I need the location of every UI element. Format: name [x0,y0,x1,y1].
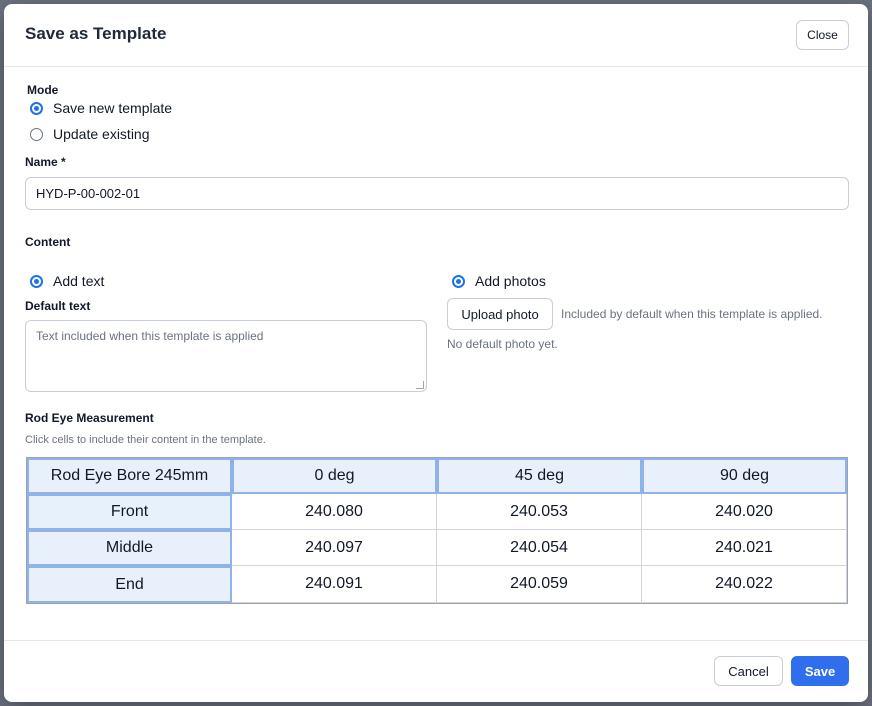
table-row-label[interactable]: End [27,566,232,603]
table-cell[interactable]: 240.091 [232,566,437,603]
default-text-placeholder: Text included when this template is appl… [36,329,264,343]
table-header-cell[interactable]: 0 deg [232,458,437,494]
measurement-title: Rod Eye Measurement [25,411,154,425]
table-cell[interactable]: 240.053 [437,494,642,530]
measurement-hint: Click cells to include their content in … [25,434,266,446]
default-text-label: Default text [25,299,91,313]
add-photos-label: Add photos [475,273,546,289]
radio-update-existing[interactable] [30,127,43,141]
table-header-cell[interactable]: 45 deg [437,458,642,494]
resize-grip-icon[interactable] [416,381,424,389]
dialog-header: Save as Template Close [4,4,868,67]
add-text-label: Add text [53,273,105,289]
name-label: Name * [25,155,66,169]
add-text-option[interactable]: Add text [30,273,104,289]
radio-add-photos[interactable] [452,274,465,288]
radio-add-text[interactable] [30,274,43,288]
radio-save-new[interactable] [30,101,43,115]
mode-option-label: Save new template [53,100,173,116]
mode-option-update-existing[interactable]: Update existing [30,126,150,142]
save-template-dialog: Save as Template Close Mode Save new tem… [4,4,868,702]
table-cell[interactable]: 240.054 [437,530,642,566]
dialog-footer: Cancel Save [4,640,868,702]
measurement-table: Rod Eye Bore 245mm 0 deg 45 deg 90 deg F… [26,457,848,604]
dialog-title: Save as Template [25,24,167,43]
mode-option-save-new[interactable]: Save new template [30,100,172,116]
table-cell[interactable]: 240.022 [642,566,847,603]
default-text-textarea[interactable]: Text included when this template is appl… [25,320,427,392]
cancel-button[interactable]: Cancel [714,656,783,686]
upload-photo-button[interactable]: Upload photo [447,298,553,330]
table-cell[interactable]: 240.021 [642,530,847,566]
no-photo-text: No default photo yet. [447,337,558,351]
mode-label: Mode [27,83,59,97]
mode-option-label: Update existing [53,126,150,142]
table-cell[interactable]: 240.020 [642,494,847,530]
add-photos-option[interactable]: Add photos [452,273,546,289]
table-cell[interactable]: 240.059 [437,566,642,603]
upload-hint: Included by default when this template i… [561,307,823,321]
table-row-label[interactable]: Middle [27,530,232,566]
table-cell[interactable]: 240.080 [232,494,437,530]
table-cell[interactable]: 240.097 [232,530,437,566]
table-header-cell[interactable]: 90 deg [642,458,847,494]
name-input[interactable]: HYD-P-00-002-01 [25,177,849,210]
table-header-cell[interactable]: Rod Eye Bore 245mm [27,458,232,494]
close-button[interactable]: Close [796,20,849,50]
save-button[interactable]: Save [791,656,849,686]
table-row-label[interactable]: Front [27,494,232,530]
content-label: Content [25,235,71,249]
